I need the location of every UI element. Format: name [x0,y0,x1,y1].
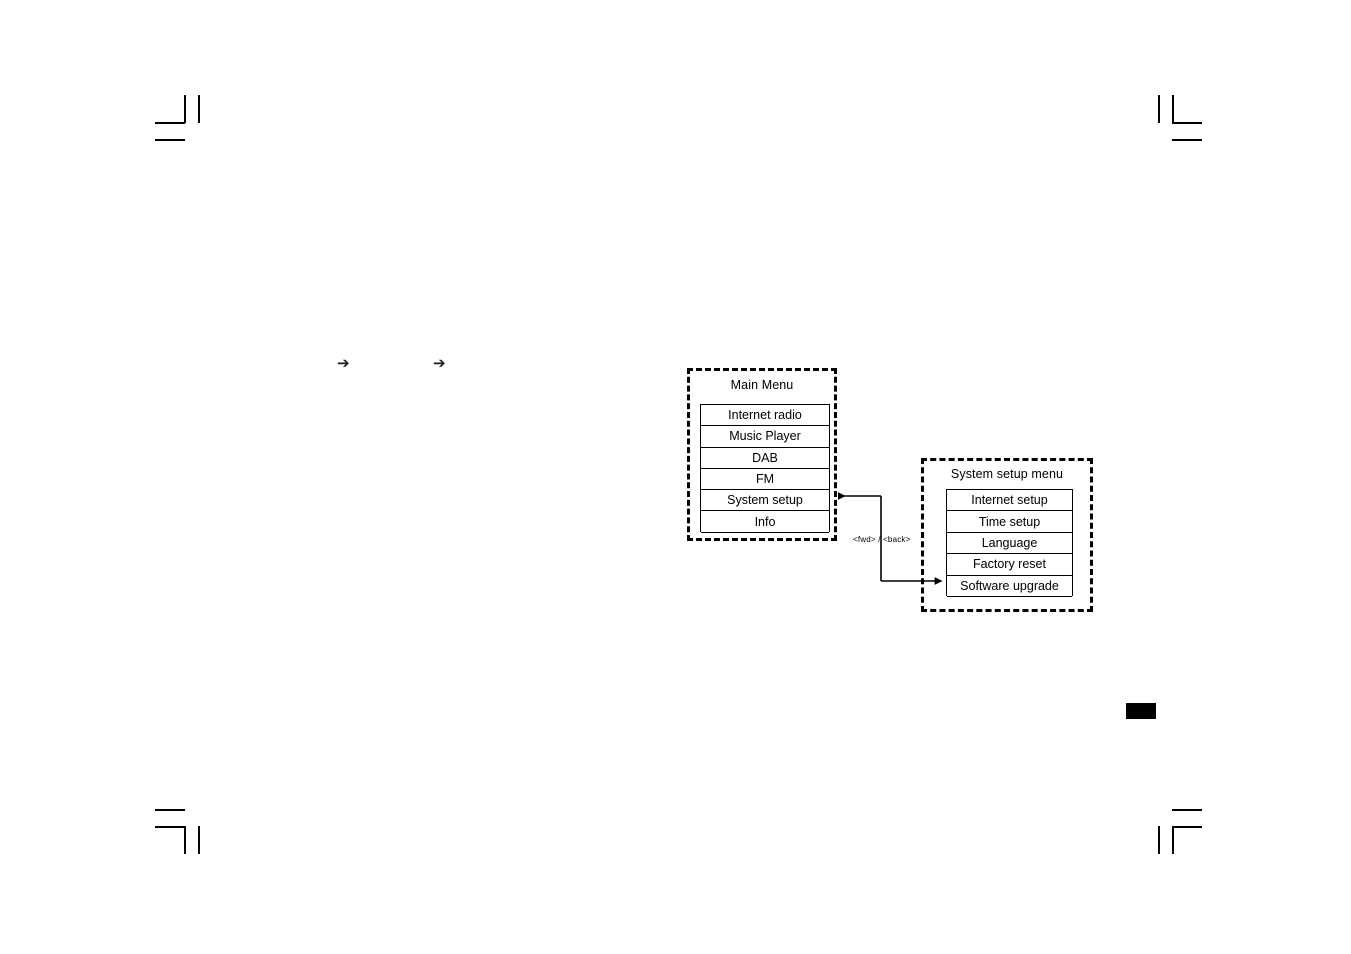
crop-mark-segment [1172,809,1202,811]
crop-mark-segment [1158,826,1160,854]
arrow-right-icon: ➔ [337,354,350,372]
main-menu-item-internet-radio[interactable]: Internet radio [701,405,829,427]
system-setup-menu-title: System setup menu [950,467,1064,481]
system-setup-menu-group: System setup menu Internet setup Time se… [921,458,1093,612]
crop-mark-segment [198,95,200,123]
crop-mark-segment [1172,122,1202,124]
system-setup-item-factory-reset[interactable]: Factory reset [947,554,1072,576]
system-setup-item-time-setup[interactable]: Time setup [947,511,1072,533]
main-menu-item-music-player[interactable]: Music Player [701,426,829,448]
main-menu-title: Main Menu [730,378,794,392]
crop-mark-segment [184,826,186,854]
crop-mark-segment [1172,95,1174,123]
crop-mark-segment [1172,139,1202,141]
system-setup-item-internet-setup[interactable]: Internet setup [947,490,1072,512]
crop-mark-segment [155,122,185,124]
arrow-right-icon: ➔ [433,354,446,372]
crop-mark-segment [198,826,200,854]
main-menu-item-system-setup[interactable]: System setup [701,490,829,512]
crop-mark-segment [155,826,185,828]
crop-mark-segment [184,95,186,123]
main-menu-item-dab[interactable]: DAB [701,448,829,469]
main-menu-group: Main Menu Internet radio Music Player DA… [687,368,837,541]
connector-label: <fwd> / <back> [853,535,911,544]
crop-mark-segment [1172,826,1174,854]
system-setup-item-software-upgrade[interactable]: Software upgrade [947,576,1072,597]
crop-mark-segment [155,809,185,811]
crop-mark-segment [155,139,185,141]
system-setup-menu-list: Internet setup Time setup Language Facto… [946,489,1073,597]
main-menu-list: Internet radio Music Player DAB FM Syste… [700,404,830,533]
crop-mark-segment [1172,826,1202,828]
system-setup-item-language[interactable]: Language [947,533,1072,555]
document-page: ➔ ➔ Main Menu Internet radio Music Playe… [0,0,1351,954]
crop-mark-segment [1158,95,1160,123]
main-menu-item-info[interactable]: Info [701,511,829,533]
menu-connector [838,492,943,585]
main-menu-item-fm[interactable]: FM [701,469,829,491]
page-thumb-index-marker [1126,703,1156,719]
